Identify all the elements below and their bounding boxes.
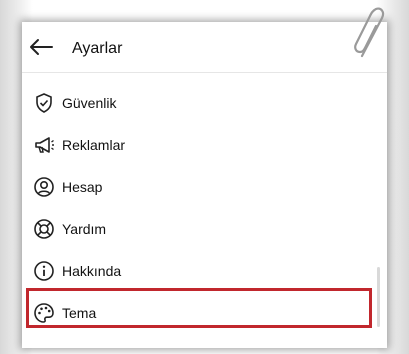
menu-item-label: Güvenlik [62,95,117,111]
menu-item-label: Hesap [62,179,103,195]
arrow-left-icon[interactable] [28,38,54,56]
menu-item-hesap[interactable]: Hesap [22,166,387,208]
account-circle-icon [34,177,54,197]
menu-item-guvenlik[interactable]: Güvenlik [22,82,387,124]
highlight-box [26,288,372,328]
app-header: Ayarlar [22,22,387,73]
scrollbar[interactable] [377,267,380,327]
menu-item-hakkinda[interactable]: Hakkında [22,250,387,292]
menu-item-label: Hakkında [62,263,122,279]
page-title: Ayarlar [72,40,123,57]
menu-item-label: Yardım [62,221,107,237]
menu-item-yardim[interactable]: Yardım [22,208,387,250]
paperclip-icon [354,7,385,58]
megaphone-icon [35,137,54,153]
info-icon [34,261,54,281]
shield-check-icon [36,93,52,113]
settings-screen: Ayarlar Güvenlik Reklamlar Hesap Yardım [22,22,387,348]
menu-item-reklamlar[interactable]: Reklamlar [22,124,387,166]
menu-item-label: Reklamlar [62,137,126,153]
lifebuoy-icon [34,219,54,239]
